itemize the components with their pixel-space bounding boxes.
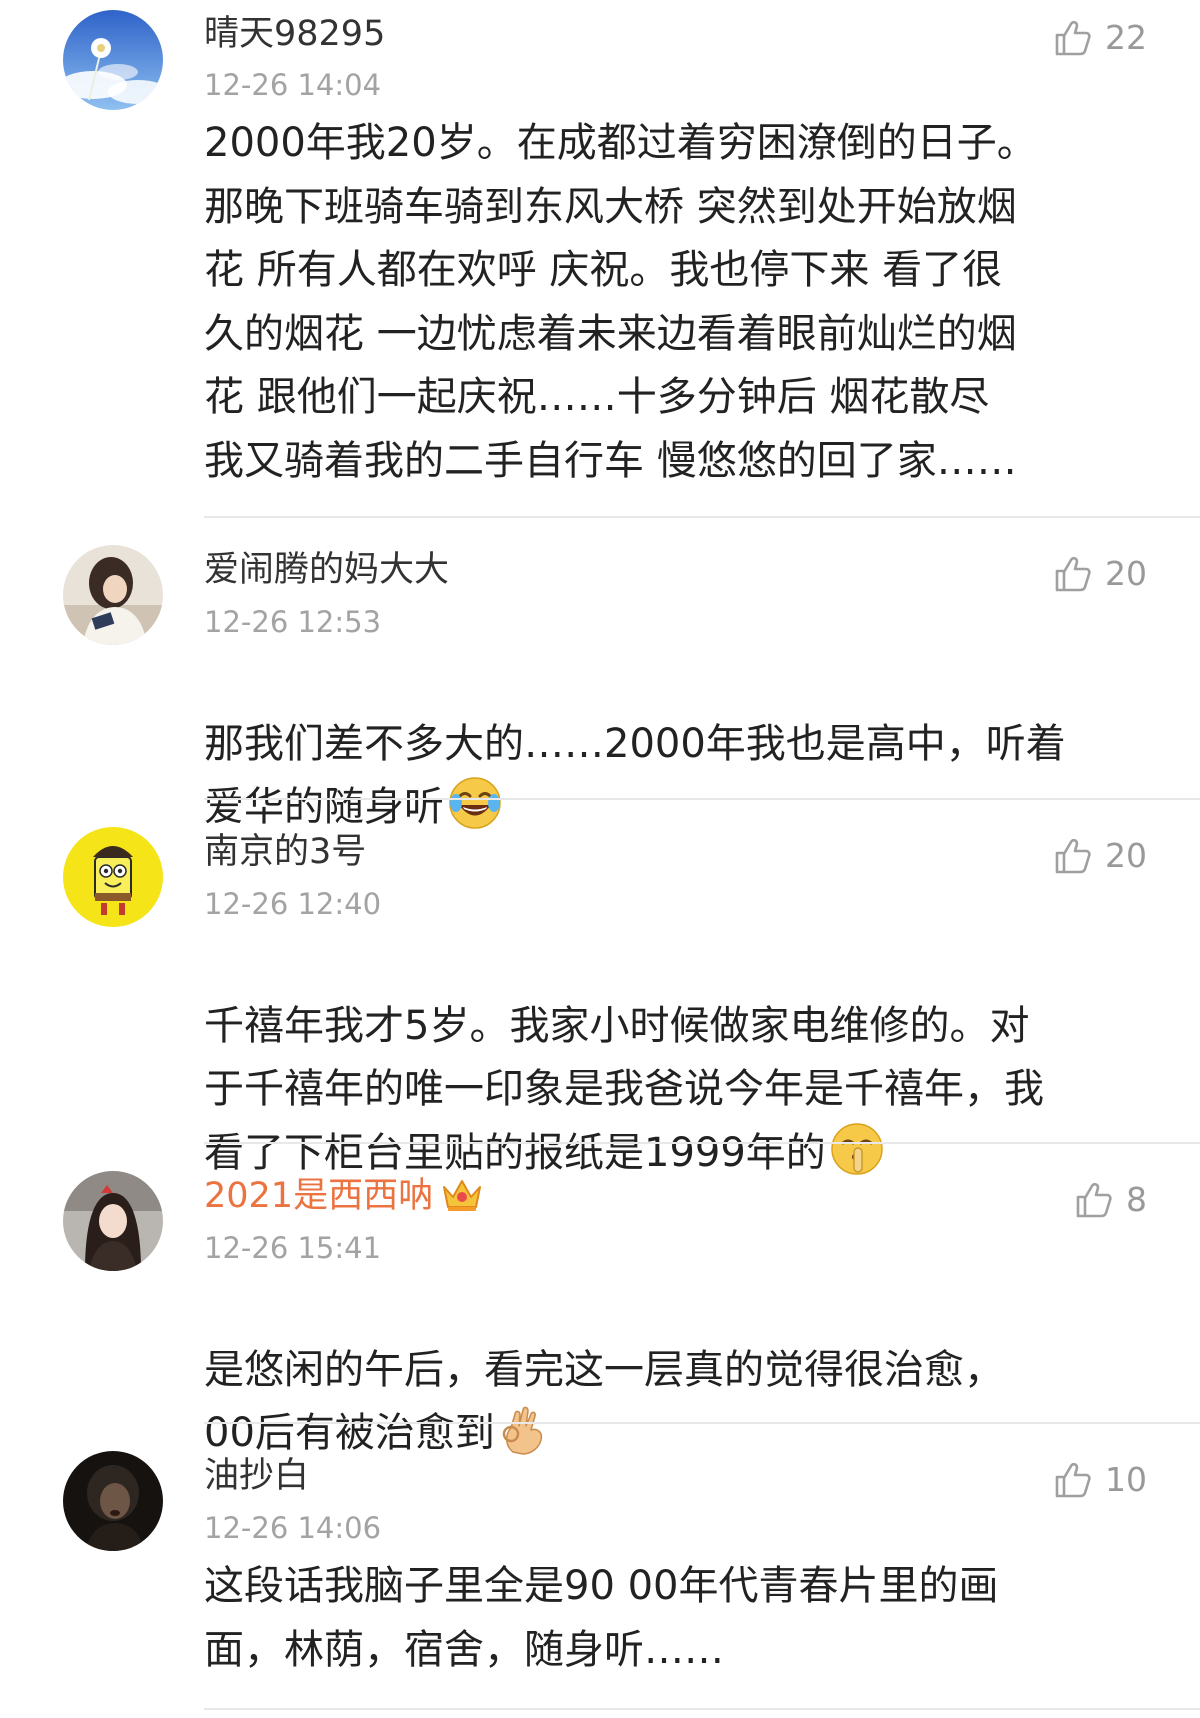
comment-item: 南京的3号 12-26 12:40 20 千禧年我才5岁。我家小时候做家电维修的… — [0, 802, 1200, 1176]
comment-item: 爱闹腾的妈大大 12-26 12:53 20 那我们差不多大的……2000年我也… — [0, 520, 1200, 830]
divider — [204, 516, 1200, 518]
username[interactable]: 油抄白 — [204, 1454, 309, 1498]
comment-list: 晴天98295 12-26 14:04 22 2000年我20岁。在成都过着穷困… — [0, 0, 1200, 1718]
username[interactable]: 晴天98295 — [204, 12, 385, 56]
divider — [204, 1142, 1200, 1144]
divider — [204, 1708, 1200, 1710]
like-count: 20 — [1105, 554, 1147, 593]
thumbs-up-icon — [1055, 556, 1091, 592]
like-button[interactable]: 10 — [1053, 1458, 1147, 1502]
avatar[interactable] — [63, 1171, 163, 1271]
avatar[interactable] — [63, 1451, 163, 1551]
thumbs-up-icon — [1055, 838, 1091, 874]
avatar-sky-dandelion-icon — [63, 10, 163, 110]
avatar-spongebob-icon — [63, 827, 163, 927]
comment-time: 12-26 14:04 — [204, 68, 382, 102]
comment-text: 这段话我脑子里全是90 00年代青春片里的画 面，林荫，宿舍，随身听…… — [204, 1563, 999, 1673]
avatar-girl-portrait-icon — [63, 1171, 163, 1271]
divider — [204, 798, 1200, 800]
username-text: 2021是西西呐 — [204, 1176, 434, 1216]
comment-time: 12-26 12:40 — [204, 887, 382, 921]
like-button[interactable]: 20 — [1053, 552, 1147, 596]
avatar-girl-photo-icon — [63, 545, 163, 645]
avatar-dark-portrait-icon — [63, 1451, 163, 1551]
comment-item: 油抄白 12-26 14:06 10 这段话我脑子里全是90 00年代青春片里的… — [0, 1426, 1200, 1718]
comment-item: 2021是西西呐 12-26 15:41 8 是悠闲的午后，看完这一层真的觉得很… — [0, 1146, 1200, 1456]
avatar[interactable] — [63, 827, 163, 927]
comment-time: 12-26 14:06 — [204, 1511, 382, 1545]
like-button[interactable]: 20 — [1053, 834, 1147, 878]
divider — [204, 1422, 1200, 1424]
username[interactable]: 南京的3号 — [204, 830, 366, 874]
like-button[interactable]: 8 — [1074, 1178, 1147, 1222]
avatar[interactable] — [63, 545, 163, 645]
comment-time: 12-26 12:53 — [204, 605, 382, 639]
thumbs-up-icon — [1055, 20, 1091, 56]
like-count: 8 — [1126, 1180, 1147, 1219]
vip-crown-icon — [441, 1175, 483, 1224]
like-button[interactable]: 22 — [1053, 16, 1147, 60]
username[interactable]: 爱闹腾的妈大大 — [204, 548, 449, 592]
like-count: 20 — [1105, 836, 1147, 875]
username[interactable]: 2021是西西呐 — [204, 1174, 483, 1224]
thumbs-up-icon — [1076, 1182, 1112, 1218]
comment-time: 12-26 15:41 — [204, 1231, 382, 1265]
like-count: 10 — [1105, 1460, 1147, 1499]
like-count: 22 — [1105, 18, 1147, 57]
comment-text: 2000年我20岁。在成都过着穷困潦倒的日子。 那晚下班骑车骑到东风大桥 突然到… — [204, 120, 1037, 484]
thumbs-up-icon — [1055, 1462, 1091, 1498]
comment-item: 晴天98295 12-26 14:04 22 2000年我20岁。在成都过着穷困… — [0, 0, 1200, 520]
avatar[interactable] — [63, 10, 163, 110]
